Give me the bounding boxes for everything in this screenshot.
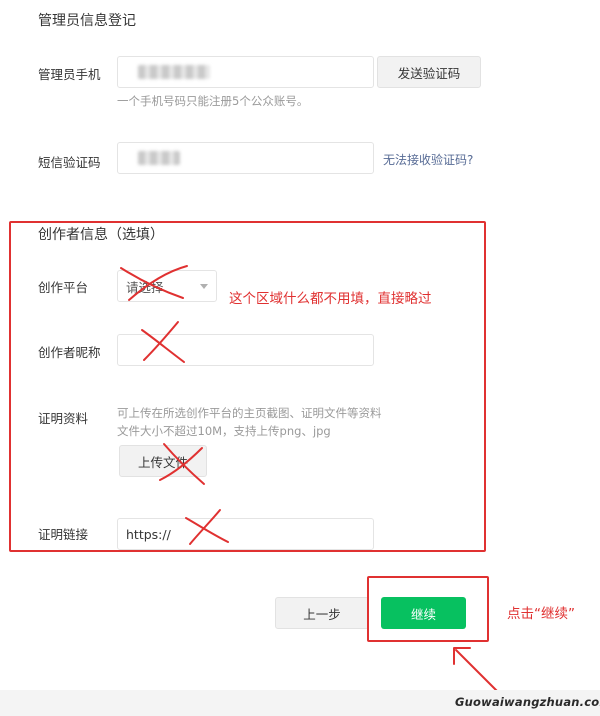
cannot-receive-code-link[interactable]: 无法接收验证码?	[383, 151, 473, 168]
annotation-skip-note: 这个区域什么都不用填，直接略过	[229, 291, 432, 307]
proof-link-label: 证明链接	[38, 527, 89, 542]
creator-section-highlight-box	[9, 221, 486, 552]
proof-hint-line2: 文件大小不超过10M，支持上传png、jpg	[117, 424, 331, 438]
creator-section-title: 创作者信息（选填）	[38, 227, 164, 243]
sms-code-label: 短信验证码	[38, 155, 101, 170]
chevron-down-icon	[200, 283, 208, 289]
annotation-click-note: 点击“继续”	[507, 606, 575, 622]
watermark-text: Guowaiwangzhuan.com	[455, 695, 600, 709]
cross-mark-icon	[120, 265, 188, 301]
phone-hint: 一个手机号码只能注册5个公众账号。	[117, 94, 309, 108]
cross-mark-icon	[141, 321, 185, 363]
cross-mark-icon	[159, 443, 205, 485]
phone-label: 管理员手机	[38, 67, 101, 82]
sms-code-input[interactable]	[117, 142, 374, 174]
proof-link-value: https://	[126, 526, 171, 542]
redacted-sms-code	[138, 151, 180, 165]
nickname-label: 创作者昵称	[38, 345, 101, 360]
redacted-phone-number	[138, 65, 210, 79]
prev-step-button[interactable]: 上一步	[275, 597, 369, 629]
cross-mark-icon	[185, 509, 229, 545]
platform-label: 创作平台	[38, 280, 89, 295]
continue-button[interactable]: 继续	[381, 597, 466, 629]
send-code-button[interactable]: 发送验证码	[377, 56, 481, 88]
proof-link-input[interactable]: https://	[117, 518, 374, 550]
proof-label: 证明资料	[38, 411, 89, 426]
proof-hint-line1: 可上传在所选创作平台的主页截图、证明文件等资料	[117, 406, 382, 420]
admin-section-title: 管理员信息登记	[38, 13, 136, 29]
phone-input[interactable]	[117, 56, 374, 88]
